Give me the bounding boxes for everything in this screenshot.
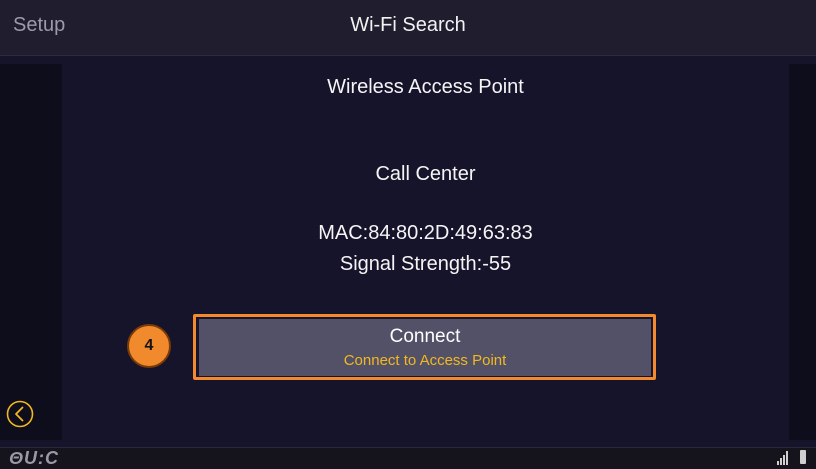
back-button[interactable] xyxy=(5,399,35,429)
connect-button[interactable]: Connect Connect to Access Point xyxy=(199,319,651,376)
page-title: Wi-Fi Search xyxy=(350,14,466,36)
status-bar: ΘU:C xyxy=(0,447,816,468)
step-callout: 4 xyxy=(127,324,171,368)
signal-strength: Signal Strength:-55 xyxy=(339,253,512,275)
back-chevron-icon xyxy=(6,400,34,428)
mac-address: MAC:84:80:2D:49:63:83 xyxy=(318,222,533,244)
network-name: Call Center xyxy=(375,163,476,185)
right-panel xyxy=(789,64,816,440)
cell-signal-icon xyxy=(777,451,788,465)
connect-label: Connect xyxy=(389,326,461,347)
section-heading: Wireless Access Point xyxy=(327,76,524,98)
battery-icon xyxy=(800,450,806,464)
header-bar: Setup Wi-Fi Search xyxy=(0,0,816,56)
brand-logo: ΘU:C xyxy=(9,448,59,468)
left-panel xyxy=(0,64,62,440)
connect-sublabel: Connect to Access Point xyxy=(343,352,507,369)
